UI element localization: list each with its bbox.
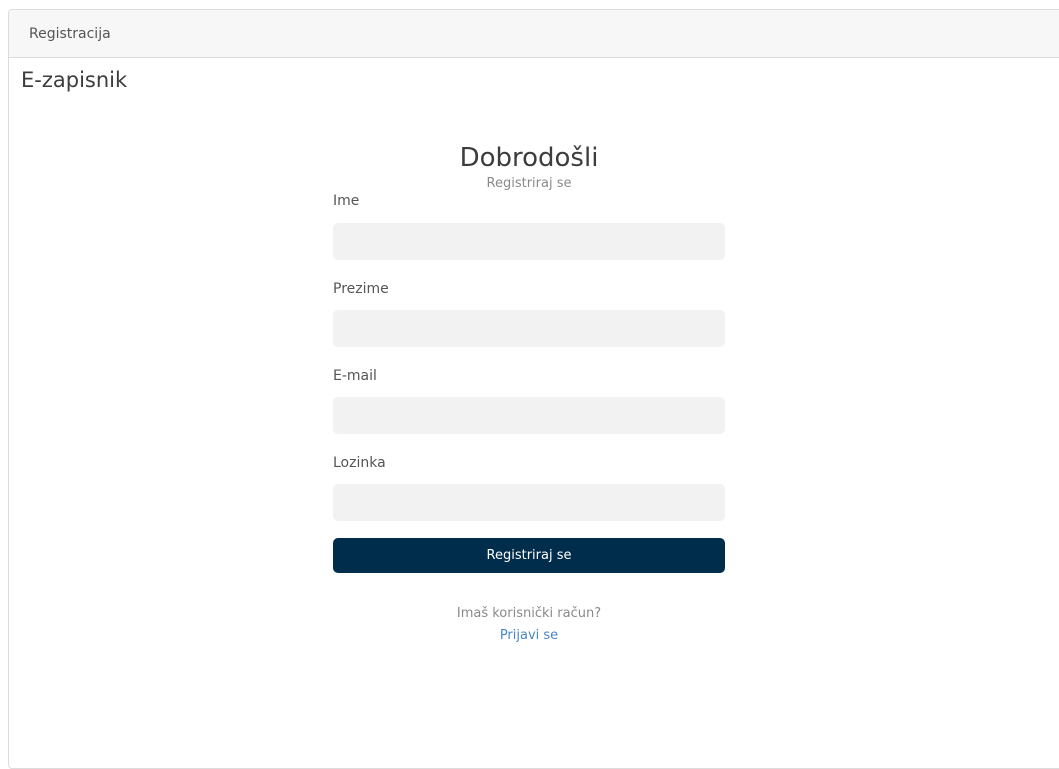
register-button[interactable]: Registriraj se (333, 538, 725, 573)
registration-form: Dobrodošli Registriraj se Ime Prezime E-… (333, 140, 725, 645)
form-subtitle: Registriraj se (486, 176, 572, 191)
password-input[interactable] (333, 484, 725, 521)
password-label: Lozinka (333, 455, 386, 471)
login-link[interactable]: Prijavi se (333, 627, 725, 645)
app-title: E-zapisnik (21, 68, 128, 92)
email-label: E-mail (333, 368, 377, 384)
last-name-label: Prezime (333, 281, 389, 297)
email-input[interactable] (333, 397, 725, 434)
card-header: Registracija (9, 10, 1059, 58)
first-name-input[interactable] (333, 223, 725, 260)
welcome-heading: Dobrodošli (459, 143, 599, 173)
first-name-label: Ime (333, 193, 360, 209)
last-name-input[interactable] (333, 310, 725, 347)
account-question: Imaš korisnički račun? (456, 606, 602, 621)
card-header-title: Registracija (29, 25, 111, 42)
